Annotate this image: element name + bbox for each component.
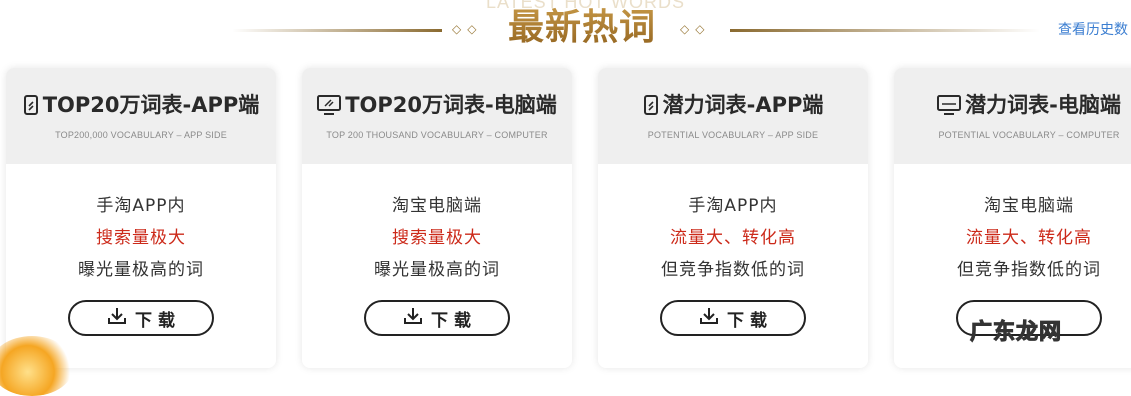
card-line-2: 流量大、转化高 [966,228,1092,248]
section-title: 最新热词 [508,3,656,53]
header-rule-left [232,29,442,32]
card-title-text: TOP20万词表-电脑端 [345,93,557,117]
section-header: LATEST HOT WORDS ◇◇ 最新热词 ◇◇ 查看历史数 [0,0,1131,62]
card-body: 手淘APP内 流量大、转化高 但竞争指数低的词 下 载 [598,164,868,336]
card-body: 淘宝电脑端 搜索量极大 曝光量极高的词 下 载 [302,164,572,336]
download-label: 下 载 [431,310,471,331]
card-body: 淘宝电脑端 流量大、转化高 但竞争指数低的词 [894,164,1131,336]
card-line-1: 淘宝电脑端 [984,196,1074,216]
card-header: 潜力词表-APP端 POTENTIAL VOCABULARY – APP SID… [598,68,868,164]
card-potential-app: 潜力词表-APP端 POTENTIAL VOCABULARY – APP SID… [598,68,868,368]
monitor-icon [317,93,342,123]
download-icon [699,307,719,330]
card-line-2: 搜索量极大 [392,228,482,248]
download-button[interactable]: 下 载 [364,300,510,336]
phone-icon [23,93,39,123]
diamond-ornament-right-icon: ◇◇ [680,22,711,36]
card-top20-computer: TOP20万词表-电脑端 TOP 200 THOUSAND VOCABULARY… [302,68,572,368]
card-subtitle: TOP 200 THOUSAND VOCABULARY – COMPUTER [326,130,548,140]
card-title-text: 潜力词表-电脑端 [965,93,1121,117]
view-history-link[interactable]: 查看历史数 [1058,19,1128,39]
card-subtitle: POTENTIAL VOCABULARY – APP SIDE [647,130,819,140]
card-header: 潜力词表-电脑端 POTENTIAL VOCABULARY – COMPUTER [894,68,1131,164]
card-title: TOP20万词表-电脑端 [302,68,572,120]
diamond-ornament-left-icon: ◇◇ [452,22,483,36]
card-top20-app: TOP20万词表-APP端 TOP200,000 VOCABULARY – AP… [6,68,276,368]
card-line-1: 手淘APP内 [688,196,778,216]
download-button[interactable]: 下 载 [660,300,806,336]
card-title-text: TOP20万词表-APP端 [42,93,260,117]
card-header: TOP20万词表-电脑端 TOP 200 THOUSAND VOCABULARY… [302,68,572,164]
watermark-logo: 广东龙网 [969,320,1063,346]
card-subtitle: TOP200,000 VOCABULARY – APP SIDE [55,130,227,140]
card-line-3: 但竞争指数低的词 [661,260,805,280]
card-header: TOP20万词表-APP端 TOP200,000 VOCABULARY – AP… [6,68,276,164]
monitor-icon [937,93,962,123]
card-body: 手淘APP内 搜索量极大 曝光量极高的词 下 载 [6,164,276,336]
card-line-1: 淘宝电脑端 [392,196,482,216]
card-title: TOP20万词表-APP端 [6,68,276,120]
card-line-3: 但竞争指数低的词 [957,260,1101,280]
download-button[interactable]: 下 载 [68,300,214,336]
card-title: 潜力词表-电脑端 [894,68,1131,120]
card-subtitle: POTENTIAL VOCABULARY – COMPUTER [938,130,1120,140]
card-line-3: 曝光量极高的词 [374,260,500,280]
card-line-2: 搜索量极大 [96,228,186,248]
download-label: 下 载 [727,310,767,331]
download-icon [107,307,127,330]
phone-icon [643,93,659,123]
header-rule-right [730,29,1040,32]
download-icon [403,307,423,330]
download-label: 下 载 [135,310,175,331]
card-line-1: 手淘APP内 [96,196,186,216]
card-title: 潜力词表-APP端 [598,68,868,120]
card-line-2: 流量大、转化高 [670,228,796,248]
card-line-3: 曝光量极高的词 [78,260,204,280]
floating-orb-icon [0,336,74,396]
card-title-text: 潜力词表-APP端 [662,93,824,117]
